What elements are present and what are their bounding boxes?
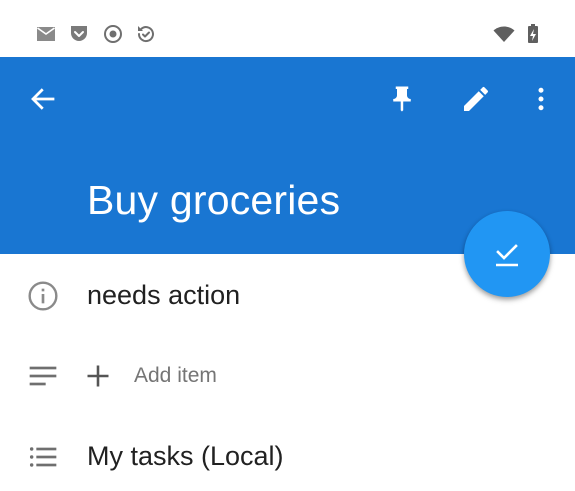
- list-icon: [29, 447, 57, 467]
- task-list-name: My tasks (Local): [87, 441, 284, 471]
- pin-icon: [393, 86, 411, 112]
- more-options-button[interactable]: [517, 75, 565, 123]
- pin-button[interactable]: [378, 75, 426, 123]
- record-icon: [104, 25, 122, 43]
- battery-charging-icon: [528, 24, 538, 43]
- more-vert-icon: [538, 87, 544, 111]
- status-row[interactable]: needs action: [0, 261, 575, 331]
- task-title[interactable]: Buy groceries: [87, 177, 340, 224]
- wifi-icon: [493, 26, 515, 42]
- back-button[interactable]: [19, 75, 67, 123]
- edit-button[interactable]: [452, 75, 500, 123]
- status-text: needs action: [87, 280, 241, 310]
- edit-icon: [464, 86, 489, 111]
- notes-row: Add item: [0, 340, 575, 410]
- add-item-label: Add item: [134, 364, 217, 387]
- status-bar: [0, 0, 575, 57]
- info-icon: [28, 281, 58, 311]
- task-list-row[interactable]: My tasks (Local): [0, 421, 575, 491]
- mail-icon: [37, 27, 55, 41]
- notes-icon: [29, 366, 57, 386]
- sync-icon: [137, 26, 154, 43]
- plus-icon: [87, 365, 109, 387]
- arrow-back-icon: [31, 88, 55, 110]
- pocket-icon: [71, 26, 87, 41]
- add-item-button[interactable]: Add item: [84, 354, 217, 398]
